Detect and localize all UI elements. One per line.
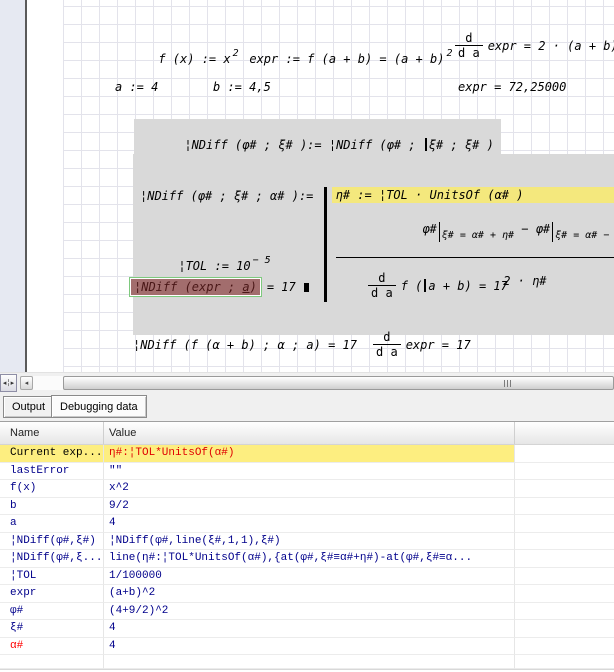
table-row[interactable]: ξ#4 xyxy=(0,620,614,638)
row-name-cell: ¦NDiff(φ#,ξ... xyxy=(0,550,104,568)
row-name-cell: Current exp... xyxy=(0,445,104,463)
split-handle[interactable]: ◂╎▸ xyxy=(0,374,17,392)
expr-ndiff-selected[interactable]: ¦NDiff (expr ; a) = 17 xyxy=(129,277,309,297)
fraction: dd a xyxy=(368,272,396,299)
row-value-cell: (a+b)^2 xyxy=(104,585,515,603)
row-extra-cell xyxy=(515,463,614,481)
row-value-cell: 4 xyxy=(104,638,515,656)
row-name-cell: α# xyxy=(0,638,104,656)
row-extra-cell xyxy=(515,550,614,568)
eval-at-bar xyxy=(439,222,440,242)
row-extra-cell xyxy=(515,603,614,621)
table-row[interactable]: b9/2 xyxy=(0,498,614,516)
expr-b-definition[interactable]: b := 4,5 xyxy=(213,80,271,94)
line-placeholder-bar xyxy=(424,279,426,292)
row-value-cell: x^2 xyxy=(104,480,515,498)
debug-table: Name Value Current exp...η#:¦TOL*UnitsOf… xyxy=(0,421,614,672)
table-header: Name Value xyxy=(0,422,614,445)
column-header-extra xyxy=(515,422,614,444)
row-name-cell: ξ# xyxy=(0,620,104,638)
eval-at-bar xyxy=(552,222,553,242)
row-name-cell: f(x) xyxy=(0,480,104,498)
row-value-cell: 9/2 xyxy=(104,498,515,516)
empty-row xyxy=(0,655,614,669)
row-value-cell: 4 xyxy=(104,515,515,533)
row-value-cell: "" xyxy=(104,463,515,481)
row-extra-cell xyxy=(515,480,614,498)
fraction: dd a xyxy=(373,331,401,358)
row-name-cell: φ# xyxy=(0,603,104,621)
row-extra-cell xyxy=(515,638,614,656)
row-name-cell: expr xyxy=(0,585,104,603)
expr-a-definition[interactable]: a := 4 xyxy=(115,80,158,94)
page-margin-line xyxy=(25,0,27,372)
table-row[interactable]: a4 xyxy=(0,515,614,533)
horizontal-scrollbar[interactable] xyxy=(33,376,614,390)
table-row[interactable]: φ#(4+9/2)^2 xyxy=(0,603,614,621)
row-value-cell: η#:¦TOL*UnitsOf(α#) xyxy=(104,445,515,463)
row-value-cell: 4 xyxy=(104,620,515,638)
horizontal-scrollbar-thumb[interactable] xyxy=(63,376,614,390)
table-row[interactable]: expr(a+b)^2 xyxy=(0,585,614,603)
expr-derivative-3[interactable]: dd a expr = 17 xyxy=(373,331,471,358)
row-value-cell: 1/100000 xyxy=(104,568,515,586)
scroll-left-button[interactable]: ◂ xyxy=(20,376,33,390)
line-placeholder-bar xyxy=(425,138,427,151)
table-row[interactable]: ¦TOL1/100000 xyxy=(0,568,614,586)
row-name-cell: lastError xyxy=(0,463,104,481)
panel-tabs: Output Debugging data xyxy=(0,392,614,421)
edit-cursor xyxy=(304,283,309,292)
expr-expr-value[interactable]: expr = 72,25000 xyxy=(458,80,566,94)
table-row[interactable]: ¦NDiff(φ#,ξ#)¦NDiff(φ#,line(ξ#,1,1),ξ#) xyxy=(0,533,614,551)
selection-frame: ¦NDiff (expr ; a) xyxy=(129,277,262,297)
current-expression-highlight: η# := ¦TOL · UnitsOf (α# ) xyxy=(332,187,614,203)
expr-derivative-2[interactable]: dd a f (a + b) = 17 xyxy=(368,272,508,299)
worksheet-left-margin xyxy=(0,0,25,372)
row-name-cell: ¦TOL xyxy=(0,568,104,586)
row-value-cell: line(η#:¦TOL*UnitsOf(α#),{at(φ#,ξ#≡α#+η#… xyxy=(104,550,515,568)
row-name-cell: b xyxy=(0,498,104,516)
fraction: dd a xyxy=(455,32,483,59)
horizontal-scroll-strip: ◂╎▸ ◂ xyxy=(0,372,614,392)
tab-debugging-data[interactable]: Debugging data xyxy=(51,395,147,418)
table-row[interactable]: α#4 xyxy=(0,638,614,656)
table-row[interactable]: Current exp...η#:¦TOL*UnitsOf(α#) xyxy=(0,445,614,463)
table-row[interactable]: f(x)x^2 xyxy=(0,480,614,498)
expr-ndiff-call[interactable]: ¦NDiff (f (α + b) ; α ; a) = 17 xyxy=(133,338,357,352)
system-line-bar xyxy=(324,187,327,302)
row-extra-cell xyxy=(515,533,614,551)
table-row[interactable]: ¦NDiff(φ#,ξ...line(η#:¦TOL*UnitsOf(α#),{… xyxy=(0,550,614,568)
smath-window: f (x) := x2 expr := f (a + b) = (a + b)2… xyxy=(0,0,614,672)
row-extra-cell xyxy=(515,620,614,638)
column-header-value[interactable]: Value xyxy=(104,422,515,444)
row-value-cell: (4+9/2)^2 xyxy=(104,603,515,621)
row-extra-cell xyxy=(515,568,614,586)
table-bottom-line xyxy=(0,669,614,670)
row-extra-cell xyxy=(515,445,614,463)
selected-expression: ¦NDiff (expr ; a) xyxy=(131,279,260,295)
expr-expr-definition[interactable]: expr := f (a + b) = (a + b)2 xyxy=(206,38,452,80)
tab-output[interactable]: Output xyxy=(3,396,54,418)
row-extra-cell xyxy=(515,515,614,533)
row-extra-cell xyxy=(515,585,614,603)
row-name-cell: ¦NDiff(φ#,ξ#) xyxy=(0,533,104,551)
expr-derivative-1[interactable]: dd a expr = 2 · (a + b) xyxy=(455,32,614,59)
worksheet-canvas[interactable]: f (x) := x2 expr := f (a + b) = (a + b)2… xyxy=(0,0,614,372)
row-value-cell: ¦NDiff(φ#,line(ξ#,1,1),ξ#) xyxy=(104,533,515,551)
table-body: Current exp...η#:¦TOL*UnitsOf(α#)lastErr… xyxy=(0,445,614,655)
scrollbar-grip-icon xyxy=(504,380,512,387)
column-header-name[interactable]: Name xyxy=(0,422,104,444)
row-name-cell: a xyxy=(0,515,104,533)
table-row[interactable]: lastError"" xyxy=(0,463,614,481)
row-extra-cell xyxy=(515,498,614,516)
